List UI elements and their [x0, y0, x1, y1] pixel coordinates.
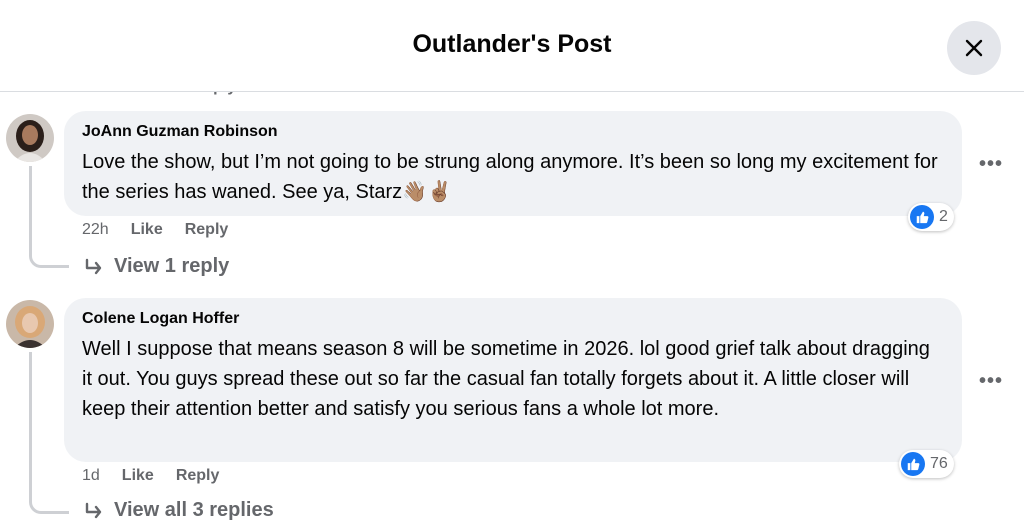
comment-timestamp[interactable]: 22h — [82, 221, 109, 239]
reaction-count: 76 — [930, 455, 948, 472]
thread-connector — [29, 240, 69, 268]
close-button[interactable] — [947, 21, 1001, 75]
comment-bubble: Colene Logan Hoffer Well I suppose that … — [64, 298, 962, 462]
comment-timestamp[interactable]: 1d — [82, 467, 100, 485]
dialog-title: Outlander's Post — [412, 30, 612, 58]
avatar[interactable] — [6, 300, 54, 348]
close-icon — [965, 39, 983, 57]
post-dialog-header: Outlander's Post — [0, 0, 1024, 92]
reaction-summary[interactable]: 76 — [899, 450, 954, 478]
reply-arrow-icon — [85, 258, 102, 274]
comment-actions: 22h Like Reply — [82, 221, 228, 239]
reply-button[interactable]: Reply — [185, 221, 229, 239]
like-button[interactable]: Like — [122, 467, 154, 485]
reply-button[interactable]: Reply — [176, 467, 220, 485]
view-replies-label: View all 3 replies — [114, 499, 274, 521]
more-options-button[interactable]: ••• — [973, 146, 1009, 182]
like-button[interactable]: Like — [131, 221, 163, 239]
reaction-count: 2 — [939, 208, 948, 225]
reaction-summary[interactable]: 2 — [908, 203, 954, 231]
comment-actions: 1d Like Reply — [82, 467, 219, 485]
view-replies-button[interactable]: View all 3 replies — [84, 499, 274, 522]
thread-connector — [29, 486, 69, 514]
comment-text: Well I suppose that means season 8 will … — [82, 338, 930, 420]
view-replies-button[interactable]: View 1 reply — [84, 255, 229, 278]
comment-bubble: JoAnn Guzman Robinson Love the show, but… — [64, 111, 962, 216]
thread-line — [29, 352, 32, 492]
like-reaction-icon — [910, 205, 934, 229]
like-reaction-icon — [901, 452, 925, 476]
view-replies-label: View 1 reply — [114, 255, 230, 277]
more-options-icon: ••• — [978, 369, 1003, 392]
more-options-icon: ••• — [978, 152, 1003, 175]
comment-text: Love the show, but I’m not going to be s… — [82, 151, 938, 203]
comment-author[interactable]: Colene Logan Hoffer — [82, 310, 944, 328]
avatar[interactable] — [6, 114, 54, 162]
reply-arrow-icon — [85, 502, 102, 518]
comment-author[interactable]: JoAnn Guzman Robinson — [82, 123, 944, 141]
more-options-button[interactable]: ••• — [973, 363, 1009, 399]
